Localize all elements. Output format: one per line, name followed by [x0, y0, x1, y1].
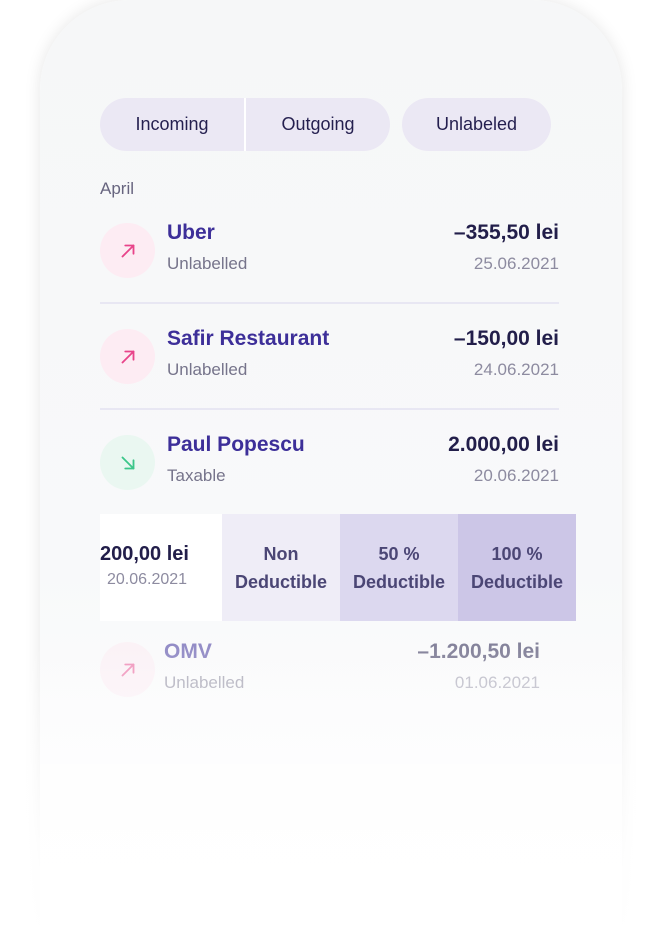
non-deductible-button[interactable]: Non Deductible: [222, 514, 340, 621]
transaction-amount: –150,00 lei: [453, 327, 559, 350]
direction-filter: Incoming Outgoing: [100, 98, 390, 151]
action-label-line1: 100 %: [491, 543, 543, 564]
transaction-date: 24.06.2021: [473, 360, 559, 379]
transaction-row[interactable]: Paul Popescu Taxable 2.000,00 lei 20.06.…: [100, 429, 559, 499]
transaction-amount: 200,00 lei: [100, 543, 189, 565]
transaction-row[interactable]: Uber Unlabelled –355,50 lei 25.06.2021: [100, 217, 559, 287]
transaction-label: Unlabelled: [164, 673, 245, 692]
transaction-name: OMV: [164, 640, 212, 663]
row-divider: [100, 302, 559, 304]
transaction-date: 20.06.2021: [107, 571, 188, 588]
action-label-line1: 50 %: [378, 543, 420, 564]
50-percent-deductible-button[interactable]: 50 % Deductible: [340, 514, 458, 621]
transaction-date: 01.06.2021: [454, 673, 540, 692]
transaction-date: 25.06.2021: [473, 254, 559, 273]
100-percent-deductible-button[interactable]: 100 % Deductible: [458, 514, 576, 621]
transaction-amount: –1.200,50 lei: [417, 640, 540, 663]
outgoing-filter-button[interactable]: Outgoing: [246, 98, 390, 151]
arrow-up-right-icon: [100, 329, 155, 384]
swiped-transaction-row: 200,00 lei 20.06.2021 Non Deductible 50 %…: [100, 514, 576, 621]
month-header: April: [100, 179, 135, 198]
arrow-up-right-icon: [100, 223, 155, 278]
action-label-line2: Deductible: [234, 571, 327, 592]
unlabeled-filter-button[interactable]: Unlabeled: [402, 98, 551, 151]
action-label-line2: Deductible: [470, 571, 563, 592]
action-label-line1: Non: [263, 543, 299, 564]
action-label-line2: Deductible: [352, 571, 445, 592]
arrow-up-right-icon: [100, 642, 155, 697]
transaction-name: Safir Restaurant: [167, 327, 330, 350]
incoming-filter-button[interactable]: Incoming: [100, 98, 244, 151]
transaction-row[interactable]: Safir Restaurant Unlabelled –150,00 lei …: [100, 323, 559, 393]
transaction-label: Unlabelled: [167, 360, 248, 379]
transaction-amount: –355,50 lei: [453, 221, 559, 244]
arrow-down-right-icon: [100, 435, 155, 490]
transaction-name: Paul Popescu: [167, 433, 305, 456]
transaction-row[interactable]: OMV Unlabelled –1.200,50 lei 01.06.2021: [100, 636, 540, 706]
swiped-row-content[interactable]: 200,00 lei 20.06.2021: [100, 514, 222, 621]
transaction-amount: 2.000,00 lei: [448, 433, 559, 456]
row-divider: [100, 408, 559, 410]
transaction-name: Uber: [167, 221, 215, 244]
transaction-label: Unlabelled: [167, 254, 248, 273]
transaction-label: Taxable: [167, 466, 226, 485]
transaction-date: 20.06.2021: [473, 466, 559, 485]
